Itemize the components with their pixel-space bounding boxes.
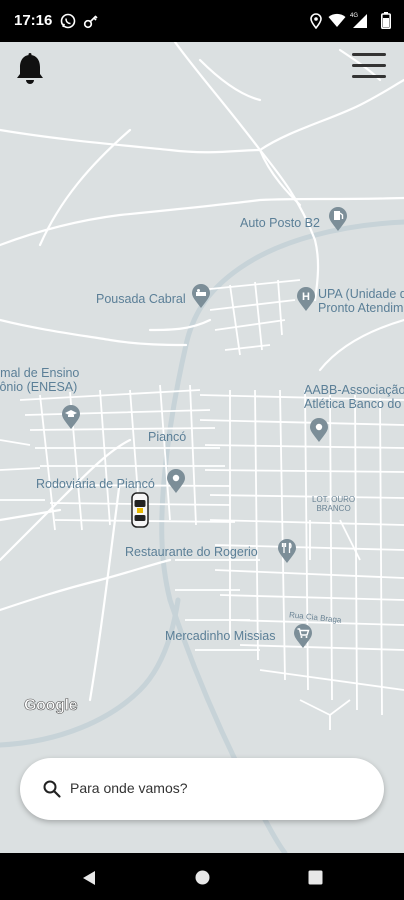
google-logo: Google <box>24 697 78 715</box>
search-icon <box>43 780 61 798</box>
map-view[interactable]: Auto Posto B2 Pousada Cabral UPA (Unidad… <box>0 42 404 853</box>
4g-signal-icon: 4G <box>350 11 368 34</box>
road-network <box>0 42 404 853</box>
hospital-icon[interactable]: H <box>296 286 316 312</box>
place-icon[interactable] <box>166 468 186 494</box>
menu-button[interactable] <box>350 50 388 82</box>
place-label[interactable]: rmal de Ensino tônio (ENESA) <box>0 366 79 394</box>
place-icon[interactable] <box>309 417 329 443</box>
fuel-icon[interactable] <box>328 206 348 232</box>
notifications-button[interactable] <box>14 52 46 86</box>
place-label[interactable]: Auto Posto B2 <box>240 216 320 230</box>
back-icon[interactable] <box>82 870 96 886</box>
school-icon[interactable] <box>61 404 81 430</box>
whatsapp-icon <box>60 13 76 34</box>
place-label[interactable]: Mercadinho Missias <box>165 629 275 643</box>
place-label[interactable]: Piancó <box>148 430 186 444</box>
shopping-icon[interactable] <box>293 623 313 649</box>
system-nav-bar <box>0 853 404 900</box>
svg-text:H: H <box>302 291 310 303</box>
status-bar: 17:16 4G <box>0 0 404 42</box>
restaurant-icon[interactable] <box>277 538 297 564</box>
place-label[interactable]: UPA (Unidade de Pronto Atendim <box>318 287 404 315</box>
place-label[interactable]: AABB-Associação Atlética Banco do <box>304 383 404 411</box>
wifi-icon <box>328 13 346 33</box>
status-time: 17:16 <box>14 12 53 29</box>
street-label: LOT. OURO BRANCO <box>312 495 356 513</box>
search-placeholder: Para onde vamos? <box>70 780 188 796</box>
place-label[interactable]: Pousada Cabral <box>96 292 186 306</box>
place-label[interactable]: Restaurante do Rogerio <box>125 545 258 559</box>
place-label[interactable]: Rodoviária de Piancó <box>36 477 155 491</box>
location-icon <box>310 13 322 34</box>
taxi-car-icon <box>131 492 149 528</box>
key-icon <box>83 13 99 34</box>
network-label: 4G <box>350 13 358 19</box>
home-icon[interactable] <box>195 870 210 885</box>
hotel-icon[interactable] <box>191 283 211 309</box>
recents-icon[interactable] <box>308 870 323 885</box>
destination-search-bar[interactable]: Para onde vamos? <box>20 758 384 820</box>
hamburger-menu-icon <box>352 53 386 78</box>
bell-icon <box>17 53 43 84</box>
battery-icon <box>381 12 391 34</box>
